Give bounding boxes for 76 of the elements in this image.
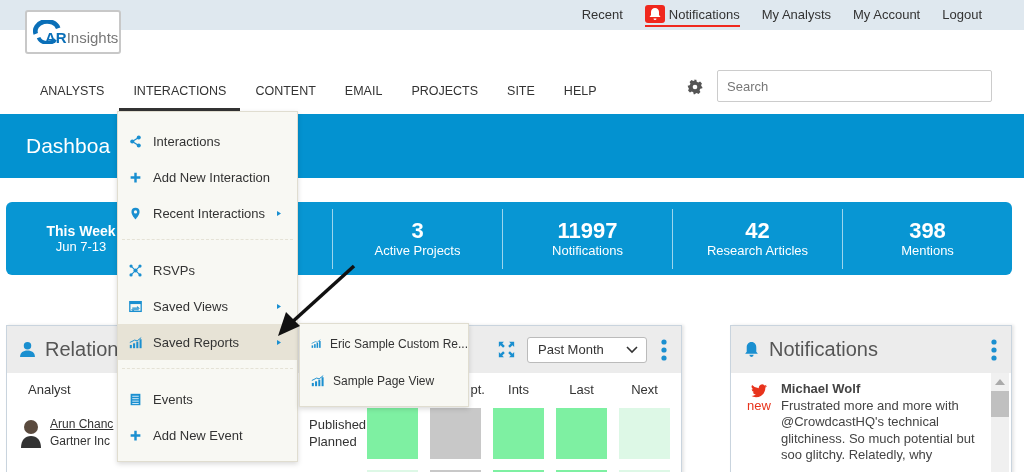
- menu-item[interactable]: Recent Interactions: [118, 195, 297, 231]
- person-icon: [19, 341, 36, 358]
- more-options-icon[interactable]: [991, 338, 997, 361]
- panel-title: Notifications: [769, 338, 878, 361]
- menu-item[interactable]: Add New Interaction: [118, 159, 297, 195]
- analyst-firm: Gartner Inc: [50, 433, 112, 450]
- top-nav-link[interactable]: My Account: [853, 3, 921, 27]
- stat-value: 398: [909, 219, 946, 243]
- submenu-item[interactable]: Eric Sample Custom Re...: [300, 325, 468, 362]
- menu-item[interactable]: Saved Views: [118, 288, 297, 324]
- chart-icon: [311, 337, 321, 350]
- heatmap-square: [430, 408, 481, 459]
- bell-icon: [743, 341, 760, 358]
- heatmap-square: [367, 408, 418, 459]
- chevron-down-icon: [626, 345, 638, 354]
- analyst-link[interactable]: Arun Chanc: [50, 416, 114, 433]
- column-header: Last: [568, 381, 595, 397]
- nav-tab[interactable]: CONTENT: [241, 80, 330, 112]
- top-nav-link[interactable]: My Analysts: [761, 3, 832, 27]
- stat-label: Research Articles: [706, 243, 809, 258]
- network-icon: [129, 263, 142, 277]
- column-header: Analyst: [27, 381, 72, 397]
- panel-title: Relation: [45, 338, 119, 361]
- plus-icon: [129, 170, 142, 184]
- status-text: Planned: [309, 433, 358, 450]
- page-title: Dashboa: [26, 134, 111, 158]
- stat-label: Jun 7-13: [55, 239, 107, 254]
- bell-icon: [644, 5, 665, 23]
- nav-tab[interactable]: PROJECTS: [397, 80, 493, 112]
- avatar-icon: [21, 418, 41, 448]
- settings-icon[interactable]: [687, 79, 703, 95]
- top-nav-link[interactable]: Logout: [942, 3, 982, 27]
- menu-item[interactable]: Saved Reports: [118, 324, 297, 360]
- logo-text: Insights: [66, 29, 119, 46]
- nav-tab[interactable]: EMAIL: [330, 80, 397, 112]
- heatmap-square: [619, 408, 670, 459]
- stat-value: This Week: [46, 223, 116, 239]
- period-dropdown[interactable]: Past Month: [527, 336, 647, 363]
- heatmap-square: [493, 408, 544, 459]
- stat-label: Mentions: [901, 243, 954, 258]
- calendar-icon: [129, 392, 142, 406]
- chart-icon: [129, 335, 142, 349]
- top-nav-link[interactable]: Notifications: [644, 3, 740, 27]
- menu-item[interactable]: Interactions: [118, 123, 297, 159]
- search-field[interactable]: Search: [717, 70, 992, 102]
- share-icon: [129, 134, 142, 148]
- top-nav-link[interactable]: Recent: [581, 3, 623, 27]
- menu-item[interactable]: RSVPs: [118, 252, 297, 288]
- bird-icon: [751, 384, 767, 398]
- views-icon: [129, 299, 142, 313]
- nav-tab[interactable]: SITE: [493, 80, 549, 112]
- menu-item[interactable]: Events: [118, 381, 297, 417]
- nav-tab[interactable]: HELP: [549, 80, 611, 112]
- notification-text: Frustrated more and more with @CrowdcastHQ's technical glitchiness. So much potential but soo glitchy. Relatedly, why: [781, 397, 976, 464]
- chart-icon: [311, 374, 324, 387]
- stat-value: 42: [745, 219, 770, 243]
- menu-item[interactable]: Add New Event: [118, 417, 297, 453]
- nav-tab[interactable]: ANALYSTS: [26, 80, 119, 112]
- status-text: Published: [309, 416, 367, 433]
- stat-value: 11997: [557, 219, 618, 243]
- column-header: Next: [630, 381, 659, 397]
- heatmap-square: [556, 408, 607, 459]
- scrollbar[interactable]: [991, 373, 1009, 472]
- new-label: new: [747, 398, 771, 413]
- notification-author: Michael Wolf: [781, 381, 862, 398]
- stat-value: 3: [411, 219, 424, 243]
- more-options-icon[interactable]: [661, 338, 667, 361]
- stat-label: Active Projects: [374, 243, 461, 258]
- pin-icon: [129, 206, 142, 220]
- scroll-up-icon[interactable]: [995, 379, 1005, 385]
- column-header: Ints: [507, 381, 530, 397]
- plus-icon: [129, 428, 142, 442]
- submenu-item[interactable]: Sample Page View: [300, 362, 468, 399]
- stat-label: Notifications: [552, 243, 623, 258]
- column-header: pt.: [469, 381, 486, 397]
- expand-icon[interactable]: [498, 341, 515, 358]
